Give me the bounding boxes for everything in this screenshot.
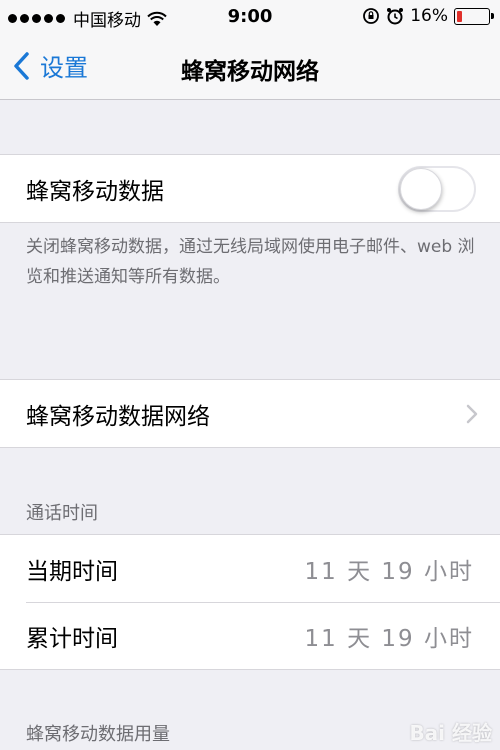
orientation-lock-icon [363,8,380,24]
navigation-bar: 设置 蜂窝移动网络 [0,34,500,100]
cellular-data-row: 蜂窝移动数据 [0,155,500,222]
status-bar: 中国移动 9:00 16% [0,0,500,34]
cellular-network-label: 蜂窝移动数据网络 [26,403,210,430]
cellular-data-toggle[interactable] [398,166,476,212]
cellular-data-note: 关闭蜂窝移动数据，通过无线局域网使用电子邮件、web 浏览和推送通知等所有数据。 [26,237,475,287]
toggle-knob [400,168,442,210]
data-usage-header: 蜂窝移动数据用量 [26,724,170,745]
battery-fill [457,10,462,22]
watermark-logo: Bai 经验 [409,721,492,745]
page-title: 蜂窝移动网络 [181,59,319,85]
current-period-value: 11 天 19 小时 [304,558,474,585]
cellular-data-label: 蜂窝移动数据 [26,178,164,205]
lifetime-label: 累计时间 [26,625,118,652]
call-time-group: 当期时间 11 天 19 小时 累计时间 11 天 19 小时 [0,534,500,670]
status-right: 16% [362,6,494,26]
call-time-header: 通话时间 [26,503,98,524]
alarm-icon [387,8,404,25]
current-period-label: 当期时间 [26,558,118,585]
battery-percentage: 16% [410,6,448,26]
lifetime-row: 累计时间 11 天 19 小时 [0,602,500,669]
current-period-row: 当期时间 11 天 19 小时 [0,535,500,602]
lifetime-value: 11 天 19 小时 [304,625,474,652]
cellular-network-row[interactable]: 蜂窝移动数据网络 [0,380,500,447]
chevron-right-icon [466,404,478,424]
cellular-data-group: 蜂窝移动数据 [0,154,500,223]
cellular-network-group: 蜂窝移动数据网络 [0,379,500,448]
battery-icon [454,7,494,25]
